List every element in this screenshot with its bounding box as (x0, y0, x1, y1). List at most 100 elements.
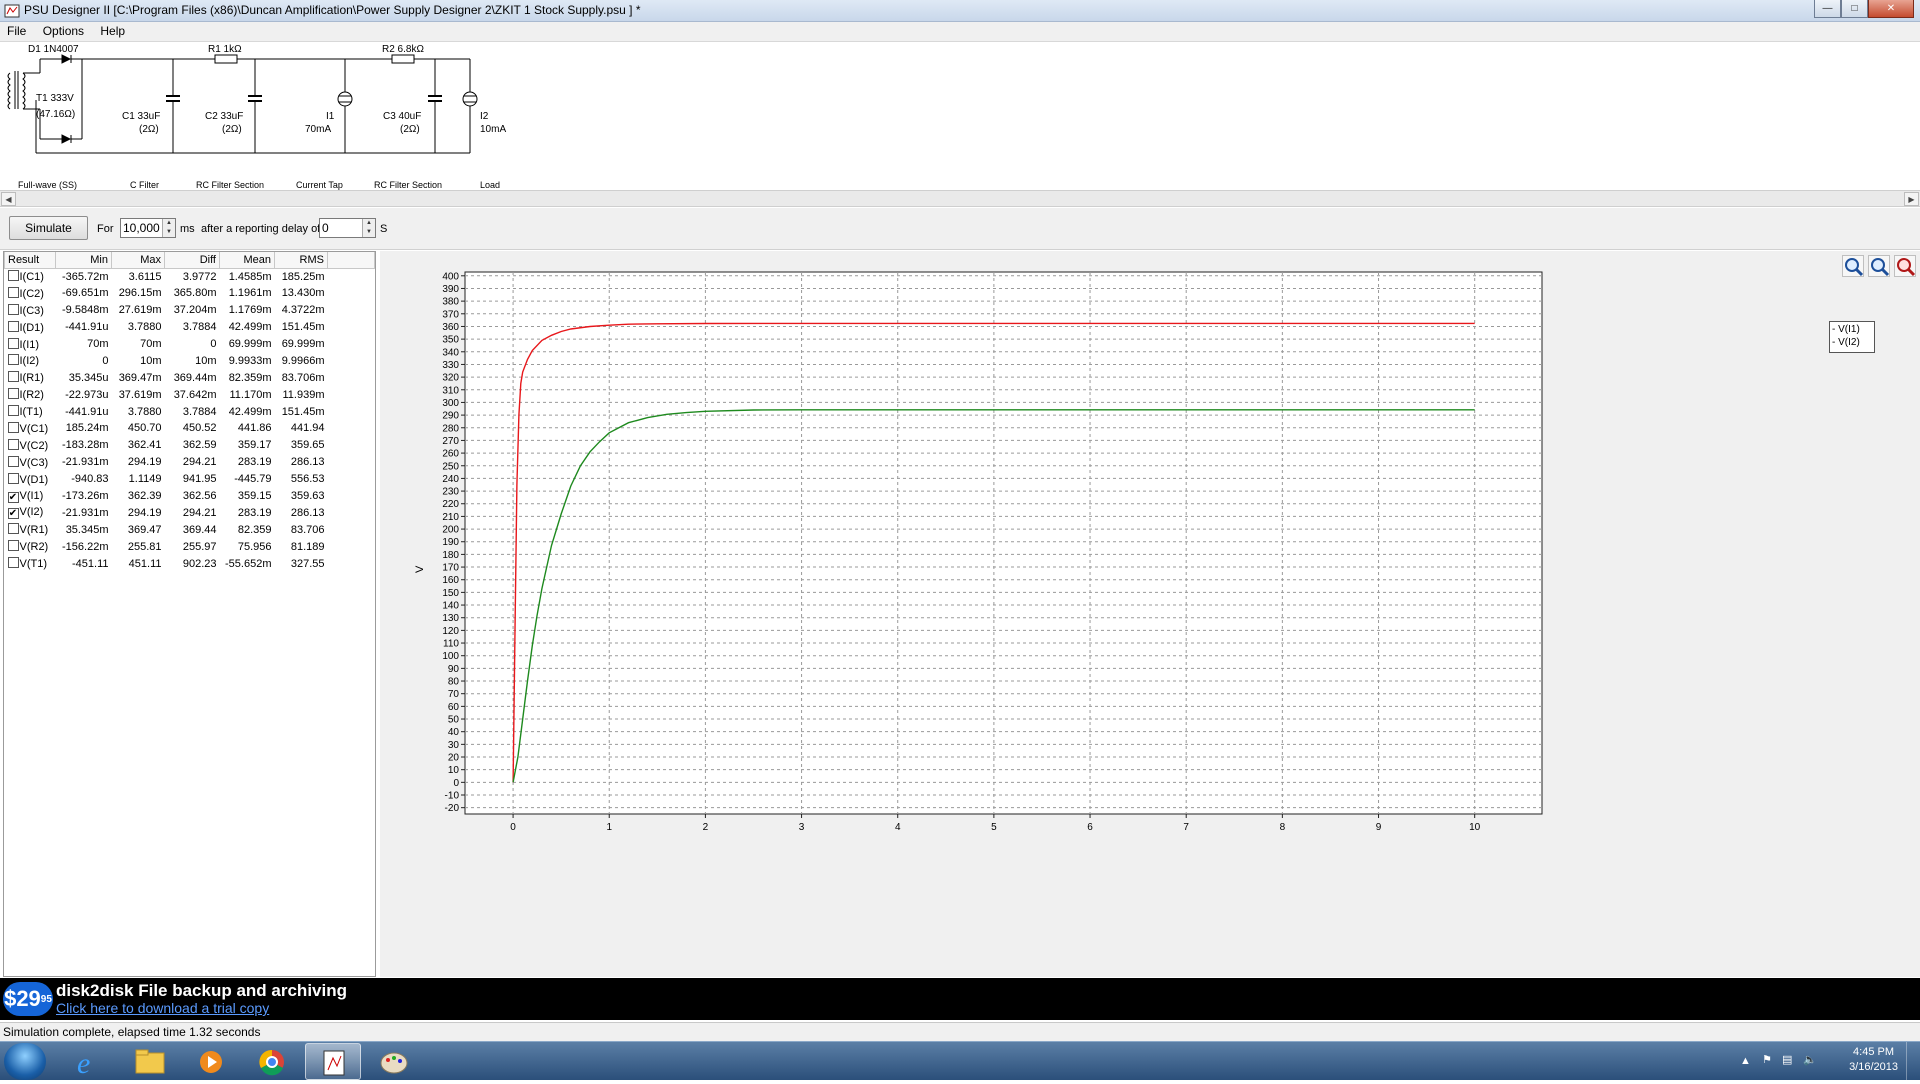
table-row[interactable]: V(T1) -451.11 451.11 902.23 -55.652m 327.55 (5, 555, 375, 572)
result-checkbox[interactable] (7, 371, 19, 383)
table-row[interactable]: ✔ V(I2) -21.931m 294.19 294.21 283.19 286.13 (5, 504, 375, 521)
result-name-cell[interactable]: I(C2) (5, 285, 56, 302)
table-row[interactable]: I(R2) -22.973u 37.619m 37.642m 11.170m 11.939… (5, 386, 375, 403)
result-name-cell[interactable]: I(R1) (5, 369, 56, 386)
result-name-cell[interactable]: V(C3) (5, 454, 56, 471)
chrome-icon[interactable] (244, 1043, 300, 1080)
network-icon[interactable]: ▤ (1782, 1053, 1792, 1066)
result-checkbox[interactable] (7, 286, 19, 298)
table-row[interactable]: V(D1) -940.83 1.1149 941.95 -445.79 556.53 (5, 471, 375, 488)
column-header[interactable]: Result (4, 252, 56, 269)
start-button[interactable] (4, 1043, 46, 1080)
ad-download-link[interactable]: Click here to download a trial copy (56, 1000, 269, 1016)
psu-designer-taskbar-icon[interactable] (305, 1043, 361, 1080)
ad-banner[interactable]: $29 95 disk2disk File backup and archivin… (0, 978, 1920, 1020)
column-header[interactable]: Diff (164, 252, 220, 269)
result-name-cell[interactable]: V(C2) (5, 437, 56, 454)
result-name-cell[interactable]: V(R1) (5, 521, 56, 538)
table-row[interactable]: V(C2) -183.28m 362.41 362.59 359.17 359.65 (5, 437, 375, 454)
result-checkbox[interactable] (7, 320, 19, 332)
scroll-left-icon[interactable]: ◀ (1, 192, 16, 206)
plot-area[interactable] (464, 271, 1543, 815)
result-name-cell[interactable]: V(R2) (5, 538, 56, 555)
result-checkbox[interactable] (7, 523, 19, 535)
simulate-button[interactable]: Simulate (9, 216, 88, 240)
result-name-cell[interactable]: ✔ V(I1) (5, 488, 56, 505)
show-desktop-button[interactable] (1906, 1042, 1920, 1081)
minimize-button[interactable]: — (1814, 0, 1841, 18)
current-source-i2-symbol[interactable] (462, 59, 478, 153)
result-checkbox[interactable] (7, 557, 19, 569)
table-row[interactable]: I(R1) 35.345u 369.47m 369.44m 82.359m 83.706m (5, 369, 375, 386)
current-source-i1-symbol[interactable] (337, 59, 353, 153)
column-header[interactable]: Max (111, 252, 165, 269)
column-header[interactable]: Mean (219, 252, 275, 269)
result-checkbox[interactable]: ✔ (7, 491, 19, 503)
delay-stepper[interactable]: 0 ▲ ▼ (319, 218, 376, 238)
internet-explorer-icon[interactable]: e (61, 1043, 117, 1080)
result-name-cell[interactable]: I(D1) (5, 319, 56, 336)
table-row[interactable]: I(C3) -9.5848m 27.619m 37.204m 1.1769m 4.3722… (5, 302, 375, 319)
scroll-right-icon[interactable]: ▶ (1904, 192, 1919, 206)
spin-up-icon[interactable]: ▲ (363, 219, 375, 228)
table-row[interactable]: I(C1) -365.72m 3.6115 3.9772 1.4585m 185.25m (5, 268, 375, 285)
result-name-cell[interactable]: I(T1) (5, 403, 56, 420)
zoom-reset-icon[interactable] (1894, 255, 1916, 277)
result-name-cell[interactable]: ✔ V(I2) (5, 504, 56, 521)
result-checkbox[interactable] (7, 472, 19, 484)
capacitor-c2-symbol[interactable] (248, 59, 262, 153)
schematic-scrollbar[interactable]: ◀ ▶ (0, 190, 1920, 207)
result-checkbox[interactable] (7, 337, 19, 349)
capacitor-c3-symbol[interactable] (428, 59, 442, 153)
result-name-cell[interactable]: I(C1) (5, 268, 56, 285)
result-name-cell[interactable]: V(C1) (5, 420, 56, 437)
table-row[interactable]: I(C2) -69.651m 296.15m 365.80m 1.1961m 13.430… (5, 285, 375, 302)
menu-options[interactable]: Options (36, 22, 90, 38)
table-row[interactable]: I(I1) 70m 70m 0 69.999m 69.999m (5, 336, 375, 353)
spin-down-icon[interactable]: ▼ (163, 228, 175, 237)
zoom-out-icon[interactable] (1868, 255, 1890, 277)
result-checkbox[interactable] (7, 455, 19, 467)
result-name-cell[interactable]: I(I2) (5, 352, 56, 369)
result-checkbox[interactable] (7, 421, 19, 433)
media-player-icon[interactable] (183, 1043, 239, 1080)
result-checkbox[interactable] (7, 388, 19, 400)
result-checkbox[interactable] (7, 303, 19, 315)
zoom-in-icon[interactable] (1842, 255, 1864, 277)
result-checkbox[interactable] (7, 438, 19, 450)
result-checkbox[interactable] (7, 354, 19, 366)
schematic-canvas[interactable]: D1 1N4007 T1 333V (47.16Ω) R1 1kΩ R2 6.8… (0, 43, 1920, 190)
resistor-r1-symbol[interactable] (210, 54, 350, 64)
table-row[interactable]: V(C3) -21.931m 294.19 294.21 283.19 286.13 (5, 454, 375, 471)
table-row[interactable]: V(R2) -156.22m 255.81 255.97 75.956 81.189 (5, 538, 375, 555)
table-row[interactable]: V(R1) 35.345m 369.47 369.44 82.359 83.706 (5, 521, 375, 538)
table-row[interactable]: I(D1) -441.91u 3.7880 3.7884 42.499m 151.45m (5, 319, 375, 336)
voltage-chart[interactable]: 0 1 2 3 4 5 6 7 8 9 10-20-100102030405060708090100… (380, 251, 1920, 977)
show-hidden-icons-icon[interactable]: ▲ (1740, 1055, 1751, 1067)
table-row[interactable]: V(C1) 185.24m 450.70 450.52 441.86 441.94 (5, 420, 375, 437)
table-row[interactable]: I(T1) -441.91u 3.7880 3.7884 42.499m 151.45m (5, 403, 375, 420)
menu-help[interactable]: Help (93, 22, 131, 38)
table-row[interactable]: I(I2) 0 10m 10m 9.9933m 9.9966m (5, 352, 375, 369)
flag-icon[interactable]: ⚑ (1762, 1053, 1772, 1066)
result-checkbox[interactable] (7, 270, 19, 282)
column-header[interactable]: Min (55, 252, 112, 269)
result-name-cell[interactable]: V(D1) (5, 471, 56, 488)
volume-icon[interactable]: 🔈 (1803, 1053, 1817, 1066)
capacitor-c1-symbol[interactable] (166, 59, 180, 153)
result-checkbox[interactable] (7, 405, 19, 417)
clock[interactable]: 4:45 PM 3/16/2013 (1849, 1045, 1898, 1075)
menu-file[interactable]: File (0, 22, 32, 38)
result-name-cell[interactable]: V(T1) (5, 555, 56, 572)
result-checkbox[interactable] (7, 540, 19, 552)
spin-up-icon[interactable]: ▲ (163, 219, 175, 228)
spin-down-icon[interactable]: ▼ (363, 228, 375, 237)
result-name-cell[interactable]: I(R2) (5, 386, 56, 403)
result-name-cell[interactable]: I(C3) (5, 302, 56, 319)
table-row[interactable]: ✔ V(I1) -173.26m 362.39 362.56 359.15 359.63 (5, 488, 375, 505)
file-explorer-icon[interactable] (122, 1043, 178, 1080)
result-name-cell[interactable]: I(I1) (5, 336, 56, 353)
paint-icon[interactable] (366, 1043, 422, 1080)
result-checkbox[interactable]: ✔ (7, 508, 19, 520)
maximize-button[interactable]: □ (1841, 0, 1868, 18)
